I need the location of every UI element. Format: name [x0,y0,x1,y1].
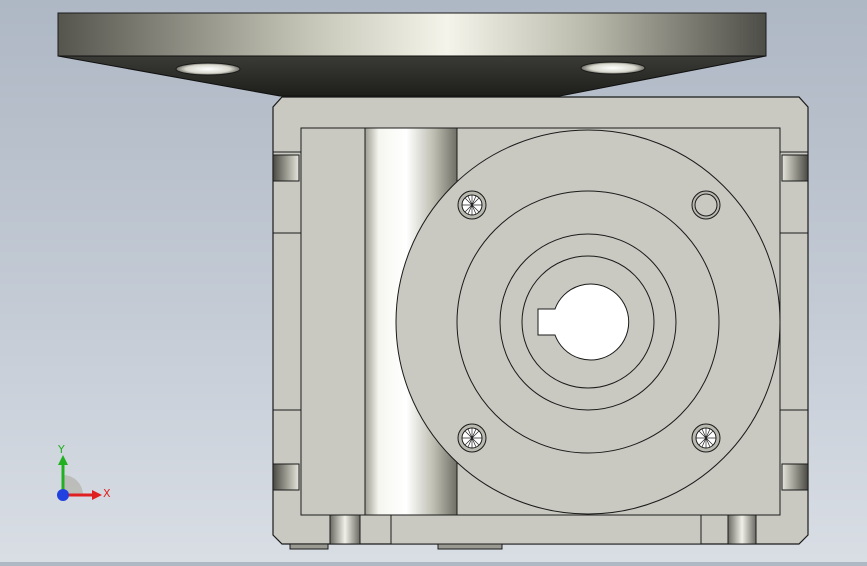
bottom-pin-right [727,514,757,545]
side-lug-bottom-right [781,463,809,491]
cad-model-render[interactable] [0,0,867,562]
gearbox-housing[interactable] [272,96,809,550]
screw-icon [691,423,721,453]
side-lug-top-left [272,154,300,182]
screw-icon [457,423,487,453]
side-lug-bottom-left [272,463,300,491]
top-flange[interactable] [57,12,767,97]
y-axis-label: Y [57,443,65,456]
x-axis-label: X [103,487,111,500]
empty-hole-icon [691,190,721,220]
side-lug-top-right [781,154,809,182]
axis-triad[interactable]: Y X [48,440,118,510]
flange-hole-left [175,62,241,76]
bottom-pin-left [329,514,361,545]
cad-viewport[interactable]: Y X [0,0,867,562]
flange-hole-right [580,61,646,75]
z-axis-dot [57,489,69,501]
screw-icon [457,190,487,220]
